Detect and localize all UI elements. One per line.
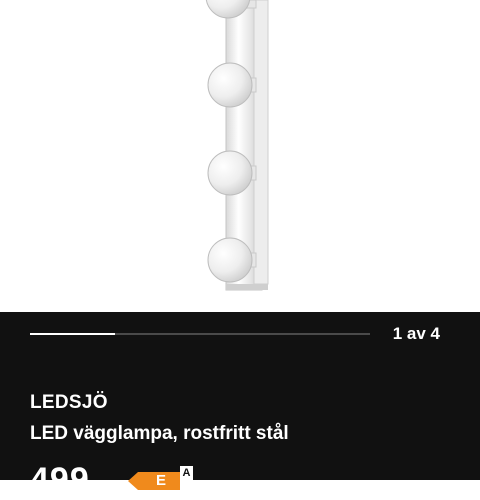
product-price: 499 (30, 461, 90, 499)
carousel-progress-track (30, 333, 370, 335)
lamp-bar-bottom (226, 284, 268, 290)
lamp-bar-side (253, 0, 269, 285)
product-description: LED vägglampa, rostfritt stål (30, 423, 289, 444)
product-image[interactable] (0, 0, 480, 312)
wall-lamp-illustration (205, 0, 269, 291)
product-brand[interactable]: LEDSJÖ (30, 392, 108, 414)
bulb-3 (207, 150, 253, 196)
bulb-2 (207, 62, 253, 108)
energy-class: E (155, 472, 166, 489)
energy-label[interactable]: E A (128, 466, 198, 490)
energy-scale-top: A (182, 467, 191, 479)
carousel-counter: 1 av 4 (392, 324, 440, 343)
carousel-progress-fill (30, 333, 115, 335)
bulb-4 (207, 237, 253, 283)
